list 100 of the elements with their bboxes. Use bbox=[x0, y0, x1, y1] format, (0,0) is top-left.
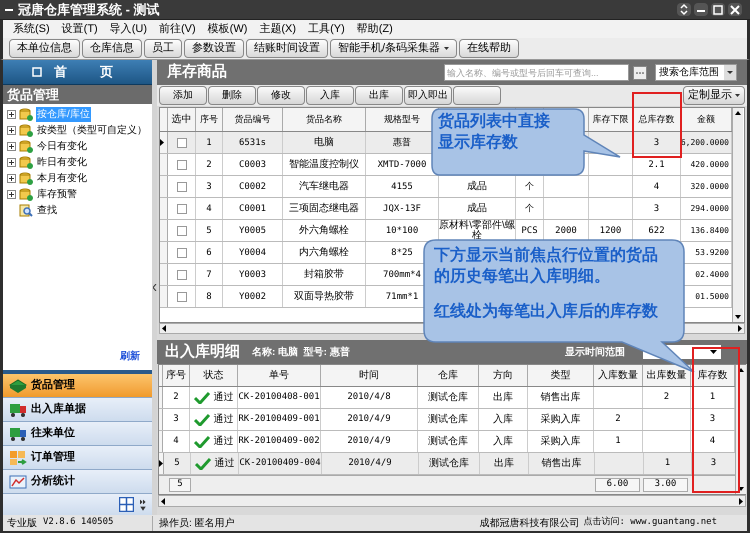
table-cell: 3 bbox=[654, 204, 660, 214]
column-header[interactable]: 总库存数 bbox=[638, 112, 674, 126]
expand-icon[interactable] bbox=[7, 190, 16, 199]
toolbar-button[interactable]: 仓库信息 bbox=[82, 39, 142, 58]
column-header[interactable]: 货品编号 bbox=[234, 112, 270, 126]
table-cell: 1200 bbox=[600, 226, 622, 236]
column-header[interactable]: 选中 bbox=[172, 112, 192, 127]
column-header[interactable]: 仓库 bbox=[438, 368, 458, 383]
menu-item[interactable]: 设置(T) bbox=[62, 20, 98, 38]
table-cell: C0002 bbox=[238, 182, 266, 192]
menu-item[interactable]: 导入(U) bbox=[110, 20, 147, 38]
nav-item[interactable]: 往来单位 bbox=[3, 422, 152, 446]
company-label: 成都冠唐科技有限公司 bbox=[479, 516, 580, 530]
tree-item[interactable]: 本月有变化 bbox=[36, 171, 88, 186]
expand-icon[interactable] bbox=[7, 126, 16, 135]
horizontal-scrollbar[interactable] bbox=[158, 495, 746, 507]
nav-item[interactable]: 出入库单据 bbox=[3, 398, 152, 422]
menu-item[interactable]: 系统(S) bbox=[13, 20, 50, 38]
expand-icon[interactable] bbox=[7, 110, 16, 119]
menu-item[interactable]: 模板(W) bbox=[208, 20, 248, 38]
refresh-link[interactable]: 刷新 bbox=[120, 350, 140, 362]
collapse-icon[interactable] bbox=[152, 284, 156, 291]
checkbox[interactable] bbox=[176, 182, 186, 192]
row-selector[interactable] bbox=[159, 453, 164, 474]
table-cell-text: 3 bbox=[710, 456, 716, 470]
checkbox[interactable] bbox=[176, 226, 186, 236]
more-icon[interactable] bbox=[140, 498, 146, 510]
expand-icon[interactable] bbox=[7, 158, 16, 167]
column-header[interactable]: 序号 bbox=[200, 112, 218, 126]
toolbar-button[interactable]: 结账时间设置 bbox=[246, 39, 328, 58]
home-header[interactable]: 首 页 bbox=[3, 60, 152, 85]
resize-icon[interactable] bbox=[677, 3, 691, 16]
search-icon bbox=[19, 204, 33, 217]
restore-icon[interactable] bbox=[711, 3, 725, 16]
column-header[interactable]: 库存下限 bbox=[592, 112, 628, 126]
column-header[interactable]: 金额 bbox=[697, 112, 715, 126]
tree-item[interactable]: 按类型（类型可自定义） bbox=[36, 123, 148, 138]
column-header[interactable]: 序号 bbox=[166, 368, 186, 383]
truck-icon bbox=[9, 402, 27, 418]
table-cell-text: 测试仓库 bbox=[428, 412, 468, 427]
action-button[interactable]: 入库 bbox=[306, 86, 354, 105]
row-selector[interactable] bbox=[160, 132, 168, 153]
tree-item[interactable]: 查找 bbox=[36, 203, 58, 218]
action-button[interactable]: 出库 bbox=[355, 86, 403, 105]
table-cell: 个 bbox=[525, 204, 534, 214]
column-header[interactable]: 入库数量 bbox=[598, 368, 638, 383]
column-header[interactable]: 时间 bbox=[359, 368, 379, 383]
table-cell-text: 销售出库 bbox=[540, 390, 580, 405]
menu-item[interactable]: 帮助(Z) bbox=[356, 20, 393, 38]
nav-item[interactable]: 货品管理 bbox=[3, 374, 152, 398]
table-cell: 320.0000 bbox=[690, 182, 729, 192]
menu-item[interactable]: 主题(X) bbox=[259, 20, 296, 38]
more-button[interactable] bbox=[633, 66, 647, 80]
tree-item[interactable]: 昨日有变化 bbox=[36, 155, 88, 170]
search-field[interactable]: 输入名称、编号或型号后回车可查询... bbox=[444, 64, 629, 81]
toolbar-button[interactable]: 本单位信息 bbox=[9, 39, 80, 58]
close-icon[interactable] bbox=[728, 3, 742, 16]
column-header[interactable]: 出库数量 bbox=[646, 368, 686, 383]
column-header[interactable]: 状态 bbox=[204, 368, 224, 383]
customize-button[interactable]: 定制显示 bbox=[683, 86, 745, 105]
minimize-icon[interactable] bbox=[694, 3, 708, 16]
website-link[interactable]: 点击访问: www.guantang.net bbox=[583, 516, 747, 530]
column-header[interactable]: 方向 bbox=[493, 368, 513, 383]
column-header[interactable]: 库存数 bbox=[698, 368, 728, 383]
toolbar-button[interactable]: 员工 bbox=[144, 39, 182, 58]
expand-icon[interactable] bbox=[7, 142, 16, 151]
table-cell: 2 bbox=[206, 160, 212, 170]
table-cell: 2000 bbox=[555, 226, 577, 236]
toolbar-button[interactable]: 智能手机/条码采集器 bbox=[330, 39, 458, 58]
column-header[interactable]: 货品名称 bbox=[306, 112, 342, 126]
expand-icon[interactable] bbox=[7, 174, 16, 183]
vertical-scrollbar[interactable] bbox=[732, 108, 743, 322]
tree-item[interactable]: 今日有变化 bbox=[36, 139, 88, 154]
menu-item[interactable]: 前往(V) bbox=[159, 20, 196, 38]
action-button[interactable]: 删除 bbox=[208, 86, 256, 105]
column-header[interactable]: 类型 bbox=[550, 368, 570, 383]
action-button[interactable]: 添加 bbox=[159, 86, 207, 105]
nav-item[interactable]: 分析统计 bbox=[3, 470, 152, 494]
toolbar-button[interactable]: 在线帮助 bbox=[459, 39, 520, 58]
database-icon bbox=[19, 108, 33, 121]
tree-item[interactable]: 库存预警 bbox=[36, 187, 78, 202]
grid-icon[interactable] bbox=[119, 497, 134, 512]
checkbox[interactable] bbox=[176, 204, 186, 214]
column-header[interactable]: 规格型号 bbox=[384, 112, 420, 126]
scope-dropdown[interactable]: 搜索仓库范围 bbox=[655, 64, 737, 81]
nav-item[interactable]: 订单管理 bbox=[3, 446, 152, 470]
checkbox[interactable] bbox=[176, 160, 186, 170]
checkbox[interactable] bbox=[176, 138, 186, 148]
toolbar-button[interactable]: 参数设置 bbox=[184, 39, 244, 58]
checkbox[interactable] bbox=[176, 248, 186, 258]
checkbox[interactable] bbox=[176, 292, 186, 302]
menu-item[interactable]: 工具(Y) bbox=[308, 20, 345, 38]
checkbox[interactable] bbox=[176, 270, 186, 280]
database-icon bbox=[19, 156, 33, 169]
action-button[interactable]: 修改 bbox=[257, 86, 305, 105]
column-header[interactable]: 单号 bbox=[269, 368, 289, 383]
action-button[interactable]: 即入即出 bbox=[404, 86, 452, 105]
panel-title: 出入库明细 bbox=[165, 342, 240, 362]
table-cell: 136.8400 bbox=[690, 226, 729, 236]
action-button[interactable] bbox=[453, 86, 501, 105]
